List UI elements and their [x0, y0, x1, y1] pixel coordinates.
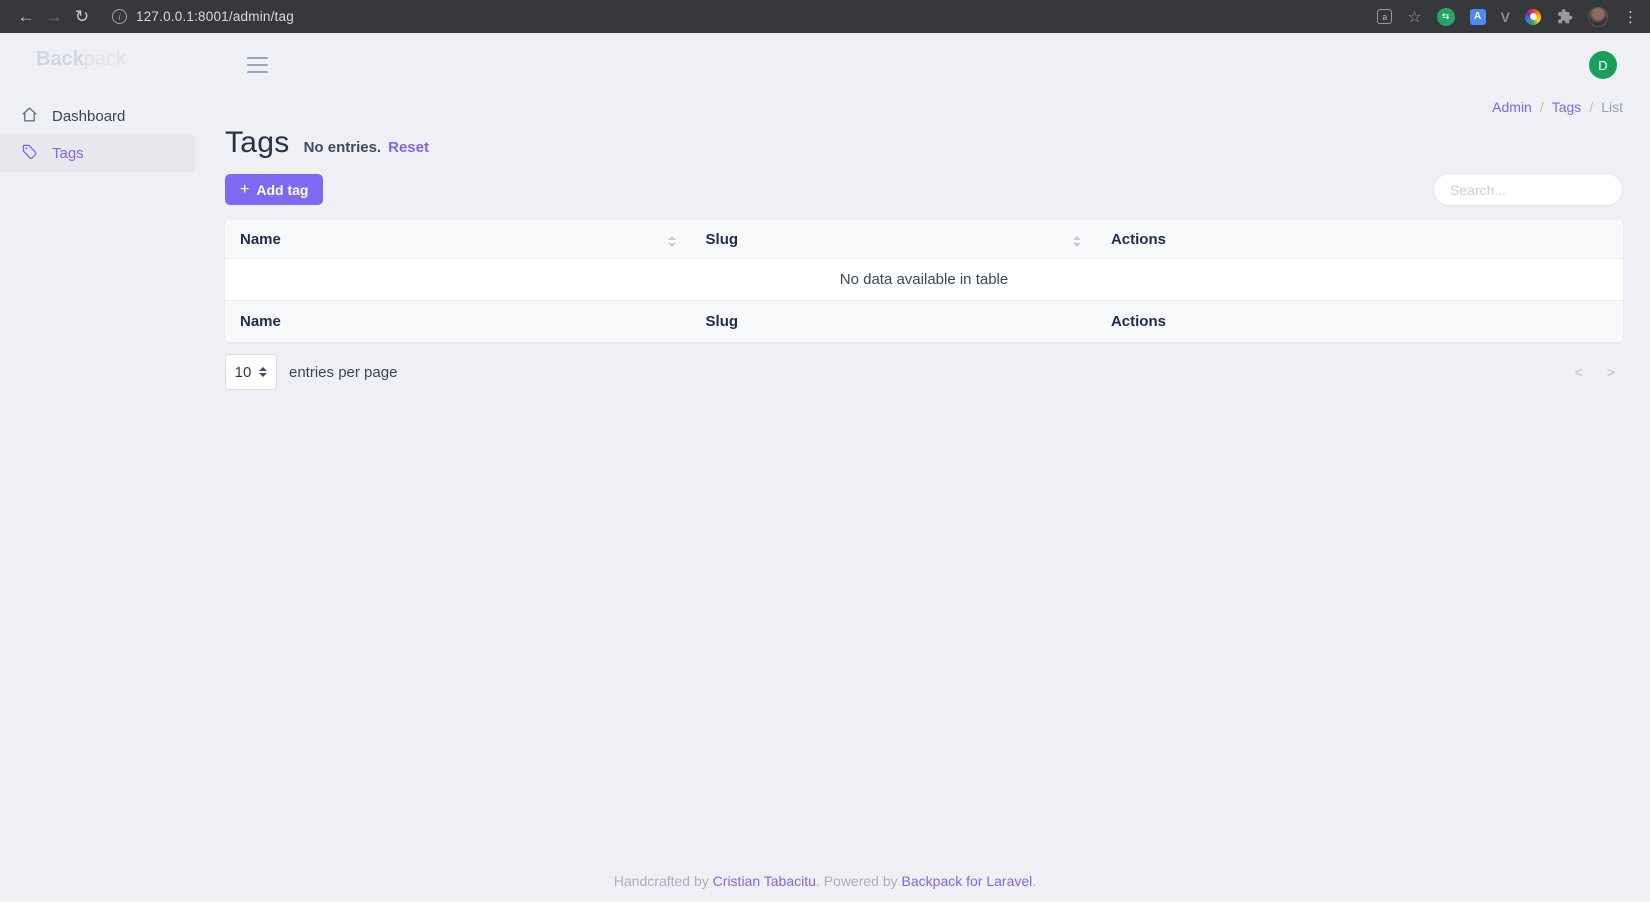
- breadcrumb: Admin / Tags / List: [225, 99, 1623, 115]
- vue-devtools-icon[interactable]: V: [1501, 9, 1510, 25]
- hangouts-extension-icon[interactable]: ⇆: [1436, 7, 1455, 26]
- sidebar-item-label: Dashboard: [52, 108, 126, 125]
- browser-menu-icon[interactable]: ⋮: [1623, 8, 1638, 26]
- pagination-next-icon[interactable]: >: [1607, 364, 1615, 380]
- hamburger-menu-icon[interactable]: [243, 53, 272, 77]
- select-arrows-icon: [259, 367, 268, 377]
- footer-column-actions: Actions: [1095, 300, 1623, 342]
- sort-icon[interactable]: [1072, 236, 1081, 247]
- page-footer: Handcrafted by Cristian Tabacitu. Powere…: [0, 873, 1650, 889]
- pagination-prev-icon[interactable]: <: [1575, 364, 1583, 380]
- sidebar-nav: Dashboard Tags: [0, 98, 195, 172]
- translate-page-icon[interactable]: a: [1377, 9, 1393, 24]
- pagination: < >: [1575, 364, 1615, 380]
- browser-profile-avatar[interactable]: [1588, 6, 1608, 27]
- product-link[interactable]: Backpack for Laravel: [902, 873, 1033, 889]
- sidebar-item-dashboard[interactable]: Dashboard: [0, 98, 195, 135]
- footer-column-slug: Slug: [690, 300, 1096, 342]
- add-tag-button-label: Add tag: [256, 181, 309, 198]
- backpack-logo[interactable]: Backpack: [36, 48, 195, 71]
- tag-icon: [21, 143, 38, 164]
- plus-icon: +: [240, 180, 250, 198]
- entries-per-page-label: entries per page: [289, 363, 398, 381]
- search-input[interactable]: [1433, 173, 1623, 206]
- browser-forward-icon[interactable]: →: [40, 0, 68, 33]
- author-link[interactable]: Cristian Tabacitu: [713, 873, 816, 889]
- browser-extensions-area: a ☆ ⇆ A V ⋮: [1377, 6, 1638, 27]
- table-card: Name Slug Actions No data available in t…: [225, 220, 1623, 342]
- main-content: D Admin / Tags / List Tags No entries. R…: [195, 33, 1650, 902]
- add-tag-button[interactable]: + Add tag: [225, 174, 324, 205]
- table-footer-row: Name Slug Actions: [225, 300, 1623, 342]
- empty-table-row: No data available in table: [225, 258, 1623, 301]
- sidebar-item-label: Tags: [52, 145, 84, 162]
- breadcrumb-separator: /: [1589, 99, 1594, 115]
- column-header-slug[interactable]: Slug: [690, 220, 1096, 259]
- entries-per-page-value: 10: [234, 363, 252, 381]
- page-title: Tags: [225, 126, 290, 159]
- browser-reload-icon[interactable]: ↻: [68, 0, 96, 33]
- address-bar[interactable]: i 127.0.0.1:8001/admin/tag: [112, 9, 294, 24]
- sort-icon[interactable]: [667, 236, 676, 247]
- sidebar: Backpack Dashboard Tags: [0, 33, 195, 902]
- bookmark-star-icon[interactable]: ☆: [1407, 7, 1421, 27]
- browser-back-icon[interactable]: ←: [12, 0, 40, 33]
- footer-text: Handcrafted by: [613, 873, 713, 889]
- footer-column-name: Name: [225, 300, 691, 342]
- breadcrumb-admin[interactable]: Admin: [1492, 99, 1532, 115]
- breadcrumb-tags[interactable]: Tags: [1552, 99, 1582, 115]
- puzzle-extension-icon[interactable]: [1556, 8, 1573, 25]
- table-header-row: Name Slug Actions: [225, 220, 1623, 259]
- breadcrumb-separator: /: [1539, 99, 1544, 115]
- empty-table-message: No data available in table: [225, 258, 1623, 301]
- table-bottom-bar: 10 entries per page < >: [225, 354, 1623, 390]
- color-picker-extension-icon[interactable]: [1525, 8, 1541, 25]
- entries-summary: No entries.: [303, 139, 382, 156]
- user-avatar[interactable]: D: [1589, 51, 1617, 79]
- home-icon: [21, 106, 38, 127]
- page-heading-row: Tags No entries. Reset: [225, 126, 1623, 160]
- browser-toolbar: ← → ↻ i 127.0.0.1:8001/admin/tag a ☆ ⇆ A…: [0, 0, 1650, 33]
- translate-extension-icon[interactable]: A: [1469, 8, 1486, 25]
- top-header: D: [225, 41, 1623, 89]
- column-header-actions: Actions: [1095, 220, 1623, 259]
- column-header-name[interactable]: Name: [225, 220, 691, 259]
- logo-light-part: pack: [83, 48, 127, 70]
- tags-table: Name Slug Actions No data available in t…: [225, 220, 1623, 342]
- footer-text: .: [1032, 873, 1037, 889]
- reset-link[interactable]: Reset: [388, 139, 429, 156]
- breadcrumb-list: List: [1601, 99, 1623, 115]
- logo-bold-part: Back: [36, 48, 84, 70]
- footer-text: . Powered by: [815, 873, 902, 889]
- entries-per-page-select[interactable]: 10: [225, 354, 277, 390]
- sidebar-item-tags[interactable]: Tags: [0, 135, 195, 172]
- admin-app: Backpack Dashboard Tags D Admin / Tags /…: [0, 33, 1650, 902]
- list-toolbar: + Add tag: [225, 173, 1623, 206]
- site-info-icon[interactable]: i: [112, 9, 127, 24]
- url-text[interactable]: 127.0.0.1:8001/admin/tag: [136, 9, 294, 24]
